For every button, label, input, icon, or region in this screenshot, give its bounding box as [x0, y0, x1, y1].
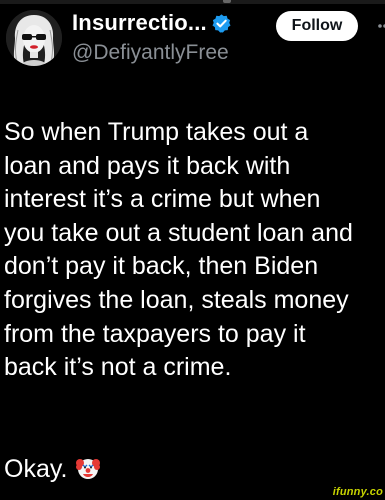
clown-face-icon	[75, 456, 101, 482]
tweet-text-line: forgives the loan, steals money	[4, 285, 349, 314]
name-row: Insurrectio...	[72, 9, 232, 37]
tweet-text-line: don’t pay it back, then Biden	[4, 252, 319, 281]
avatar-illustration	[6, 10, 62, 66]
user-handle[interactable]: @DefiyantlyFree	[72, 41, 232, 65]
tweet-text-line: you take out a student loan and	[4, 218, 353, 247]
tweet-closing: Okay.	[4, 453, 101, 485]
follow-button[interactable]: Follow	[276, 11, 358, 41]
tweet-text-line: So when Trump takes out a	[4, 118, 309, 146]
tweet-text-line: interest it’s a crime but when	[4, 185, 321, 214]
tweet-text: So when Trump takes out a loan and pays …	[4, 116, 385, 385]
tweet-header: Insurrectio... @DefiyantlyFree Follow	[0, 0, 385, 80]
watermark: ifunny.co	[332, 486, 383, 498]
display-name[interactable]: Insurrectio...	[72, 10, 207, 36]
closing-text: Okay.	[4, 455, 68, 483]
tweet-text-line: back it’s not a crime.	[4, 353, 232, 382]
user-info: Insurrectio... @DefiyantlyFree	[72, 9, 232, 65]
tweet-text-line: loan and pays it back with	[4, 151, 291, 180]
more-icon[interactable]	[372, 18, 385, 34]
verified-badge-icon	[211, 13, 232, 34]
tweet-text-line: from the taxpayers to pay it	[4, 319, 306, 348]
avatar[interactable]	[6, 10, 62, 66]
